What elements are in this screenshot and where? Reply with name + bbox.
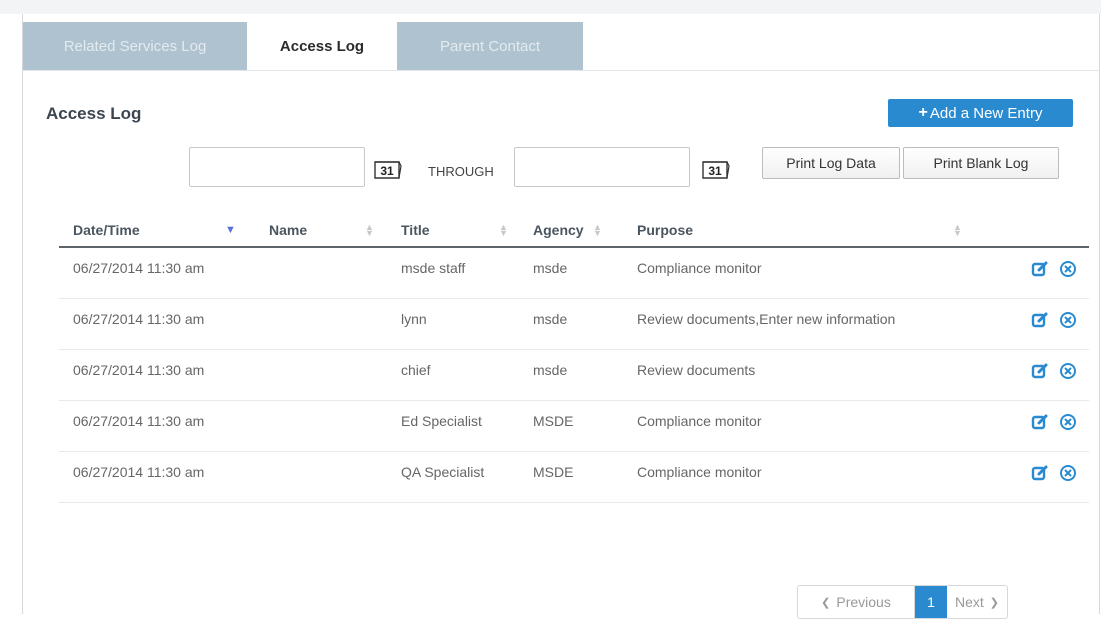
- edit-icon[interactable]: [1031, 260, 1049, 278]
- start-date-input[interactable]: [189, 147, 365, 187]
- cell-actions: [959, 400, 1089, 452]
- chevron-left-icon: ❮: [821, 596, 831, 609]
- delete-icon[interactable]: [1059, 311, 1077, 329]
- previous-page-button[interactable]: ❮ Previous: [798, 586, 915, 618]
- access-log-panel: Related Services Log Access Log Parent C…: [22, 14, 1100, 619]
- column-label: Date/Time: [73, 222, 140, 238]
- delete-icon[interactable]: [1059, 413, 1077, 431]
- previous-label: Previous: [836, 594, 891, 610]
- cell-title: lynn: [387, 298, 519, 350]
- cell-purpose: Compliance monitor: [623, 451, 959, 503]
- tab-parent-contact[interactable]: Parent Contact: [397, 22, 583, 70]
- edit-icon[interactable]: [1031, 362, 1049, 380]
- print-log-data-label: Print Log Data: [786, 155, 876, 171]
- table-row: 06/27/2014 11:30 am QA Specialist MSDE C…: [59, 451, 1089, 503]
- cell-purpose: Review documents,Enter new information: [623, 298, 959, 350]
- delete-icon[interactable]: [1059, 464, 1077, 482]
- cell-actions: [959, 298, 1089, 350]
- column-label: Title: [401, 222, 430, 238]
- column-header-purpose[interactable]: Purpose ▲ ▼: [623, 214, 962, 248]
- next-page-button[interactable]: Next ❯: [947, 586, 1007, 618]
- print-blank-log-button[interactable]: Print Blank Log: [903, 147, 1059, 179]
- table-header-row: Date/Time ▼ Name ▲ ▼ Title ▲ ▼ Agency ▲ ▼ P…: [59, 214, 1089, 248]
- print-blank-log-label: Print Blank Log: [933, 155, 1029, 171]
- column-header-agency[interactable]: Agency ▲ ▼: [519, 214, 623, 248]
- end-calendar-day: 31: [708, 164, 722, 178]
- column-label: Purpose: [637, 222, 694, 238]
- tab-access-log[interactable]: Access Log: [247, 22, 397, 70]
- edit-icon[interactable]: [1031, 464, 1049, 482]
- cell-purpose: Compliance monitor: [623, 400, 959, 452]
- cell-datetime: 06/27/2014 11:30 am: [59, 349, 255, 401]
- cell-agency: msde: [519, 349, 623, 401]
- cell-title: QA Specialist: [387, 451, 519, 503]
- cell-title: Ed Specialist: [387, 400, 519, 452]
- cell-name: [255, 298, 387, 350]
- cell-agency: msde: [519, 247, 623, 299]
- cell-name: [255, 247, 387, 299]
- sort-icon: ▲ ▼: [365, 222, 374, 238]
- column-header-title[interactable]: Title ▲ ▼: [387, 214, 519, 248]
- tab-divider: [23, 70, 1099, 71]
- table-row: 06/27/2014 11:30 am chief msde Review do…: [59, 349, 1089, 401]
- window-top-strip: [0, 0, 1101, 14]
- plus-icon: +: [918, 104, 928, 121]
- cell-actions: [959, 247, 1089, 299]
- delete-icon[interactable]: [1059, 362, 1077, 380]
- column-header-actions: [959, 214, 1089, 248]
- sort-icon: ▲ ▼: [593, 222, 602, 238]
- pagination: ❮ Previous 1 Next ❯: [797, 585, 1008, 619]
- print-log-data-button[interactable]: Print Log Data: [762, 147, 900, 179]
- cell-purpose: Review documents: [623, 349, 959, 401]
- cell-actions: [959, 451, 1089, 503]
- tab-bar: Related Services Log Access Log Parent C…: [23, 22, 1099, 70]
- page-title: Access Log: [46, 104, 142, 123]
- cell-name: [255, 349, 387, 401]
- table-row: 06/27/2014 11:30 am lynn msde Review doc…: [59, 298, 1089, 350]
- cell-datetime: 06/27/2014 11:30 am: [59, 400, 255, 452]
- cell-title: msde staff: [387, 247, 519, 299]
- sort-icon: ▲ ▼: [499, 222, 508, 238]
- start-calendar-day: 31: [380, 164, 394, 178]
- sort-descending-icon: ▼: [225, 224, 236, 236]
- end-date-input[interactable]: [514, 147, 690, 187]
- tab-label: Related Services Log: [63, 37, 207, 55]
- column-label: Agency: [533, 222, 584, 238]
- tab-label: Parent Contact: [439, 37, 541, 55]
- cell-datetime: 06/27/2014 11:30 am: [59, 451, 255, 503]
- cell-agency: MSDE: [519, 400, 623, 452]
- edit-icon[interactable]: [1031, 311, 1049, 329]
- table-row: 06/27/2014 11:30 am msde staff msde Comp…: [59, 247, 1089, 299]
- access-log-table: Date/Time ▼ Name ▲ ▼ Title ▲ ▼ Agency ▲ ▼ P…: [59, 214, 1089, 503]
- through-label: THROUGH: [428, 164, 494, 179]
- end-calendar-icon[interactable]: 31: [700, 160, 730, 180]
- column-header-datetime[interactable]: Date/Time ▼: [59, 214, 255, 248]
- cell-name: [255, 400, 387, 452]
- add-new-entry-label: Add a New Entry: [929, 104, 1043, 122]
- cell-title: chief: [387, 349, 519, 401]
- tab-related-services-log[interactable]: Related Services Log: [23, 22, 247, 70]
- cell-actions: [959, 349, 1089, 401]
- delete-icon[interactable]: [1059, 260, 1077, 278]
- page-1-button[interactable]: 1: [915, 586, 947, 618]
- cell-agency: MSDE: [519, 451, 623, 503]
- start-calendar-icon[interactable]: 31: [372, 160, 402, 180]
- cell-name: [255, 451, 387, 503]
- add-new-entry-button[interactable]: + Add a New Entry: [888, 99, 1073, 127]
- cell-datetime: 06/27/2014 11:30 am: [59, 247, 255, 299]
- next-label: Next: [954, 594, 984, 610]
- chevron-right-icon: ❯: [989, 596, 999, 609]
- cell-purpose: Compliance monitor: [623, 247, 959, 299]
- tab-label: Access Log: [279, 37, 365, 55]
- page-number: 1: [927, 594, 935, 610]
- cell-agency: msde: [519, 298, 623, 350]
- column-header-name[interactable]: Name ▲ ▼: [255, 214, 387, 248]
- edit-icon[interactable]: [1031, 413, 1049, 431]
- table-row: 06/27/2014 11:30 am Ed Specialist MSDE C…: [59, 400, 1089, 452]
- column-label: Name: [269, 222, 308, 238]
- cell-datetime: 06/27/2014 11:30 am: [59, 298, 255, 350]
